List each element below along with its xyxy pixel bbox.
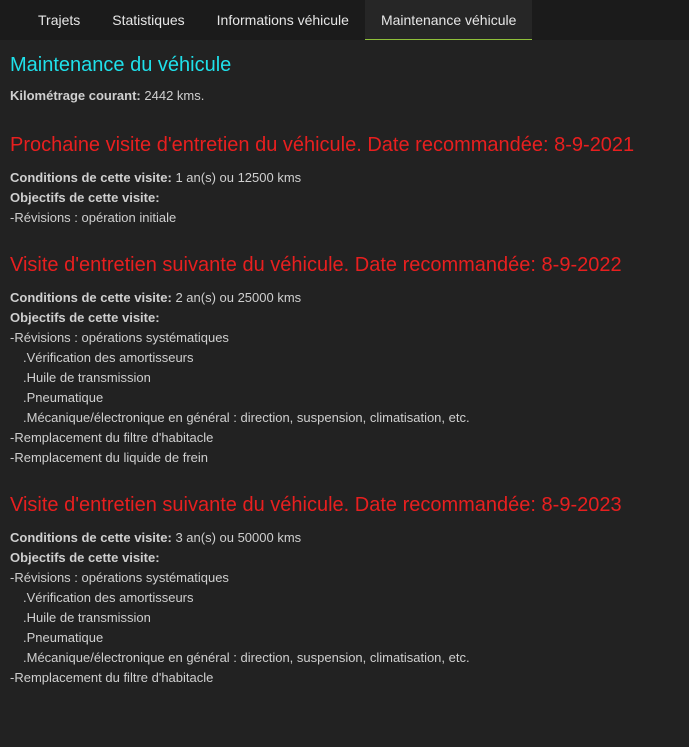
objective-item: -Remplacement du filtre d'habitacle (10, 430, 214, 445)
objective-subitem: .Vérification des amortisseurs (23, 590, 194, 605)
conditions-line: Conditions de cette visite: 2 an(s) ou 2… (10, 288, 679, 308)
tab-maintenance-vehicule[interactable]: Maintenance véhicule (364, 0, 533, 40)
visit-details: Conditions de cette visite: 1 an(s) ou 1… (10, 168, 679, 228)
objectives-label-text: Objectifs de cette visite: (10, 550, 160, 565)
objectives-label-text: Objectifs de cette visite: (10, 310, 160, 325)
conditions-line: Conditions de cette visite: 1 an(s) ou 1… (10, 168, 679, 188)
objective-item: -Remplacement du filtre d'habitacle (10, 670, 214, 685)
visit-details: Conditions de cette visite: 2 an(s) ou 2… (10, 288, 679, 468)
mileage-value: 2442 kms. (144, 88, 205, 103)
objectives-label: Objectifs de cette visite: (10, 548, 679, 568)
mileage-line: Kilométrage courant: 2442 kms. (10, 86, 679, 106)
objective-subitem: .Huile de transmission (23, 370, 151, 385)
objective-subitem: .Vérification des amortisseurs (23, 350, 194, 365)
objective-item: -Remplacement du liquide de frein (10, 450, 208, 465)
objective-subitem: .Huile de transmission (23, 610, 151, 625)
conditions-line: Conditions de cette visite: 3 an(s) ou 5… (10, 528, 679, 548)
conditions-value: 3 an(s) ou 50000 kms (175, 530, 302, 545)
objective-subitem: .Pneumatique (23, 630, 104, 645)
objectives-label-text: Objectifs de cette visite: (10, 190, 160, 205)
objectives-label: Objectifs de cette visite: (10, 308, 679, 328)
main-content: Maintenance du véhicule Kilométrage cour… (0, 40, 689, 688)
objective-subitem: .Mécanique/électronique en général : dir… (23, 650, 470, 665)
objective-subitem: .Pneumatique (23, 390, 104, 405)
conditions-value: 2 an(s) ou 25000 kms (175, 290, 302, 305)
conditions-value: 1 an(s) ou 12500 kms (175, 170, 302, 185)
visit-details: Conditions de cette visite: 3 an(s) ou 5… (10, 528, 679, 688)
objectives-label: Objectifs de cette visite: (10, 188, 679, 208)
conditions-label: Conditions de cette visite: (10, 170, 172, 185)
visit-title: Prochaine visite d'entretien du véhicule… (10, 134, 635, 156)
objective-item: -Révisions : opérations systématiques (10, 330, 229, 345)
page-title: Maintenance du véhicule (10, 54, 232, 76)
visit-title: Visite d'entretien suivante du véhicule.… (10, 254, 622, 276)
objective-subitem: .Mécanique/électronique en général : dir… (23, 410, 470, 425)
tab-statistiques[interactable]: Statistiques (96, 0, 200, 40)
visit-title: Visite d'entretien suivante du véhicule.… (10, 494, 622, 516)
objective-item: -Révisions : opérations systématiques (10, 570, 229, 585)
tab-bar: Trajets Statistiques Informations véhicu… (0, 0, 689, 40)
objective-item: -Révisions : opération initiale (10, 210, 177, 225)
mileage-label: Kilométrage courant: (10, 88, 141, 103)
conditions-label: Conditions de cette visite: (10, 530, 172, 545)
tab-trajets[interactable]: Trajets (22, 0, 96, 40)
conditions-label: Conditions de cette visite: (10, 290, 172, 305)
tab-informations-vehicule[interactable]: Informations véhicule (201, 0, 365, 40)
